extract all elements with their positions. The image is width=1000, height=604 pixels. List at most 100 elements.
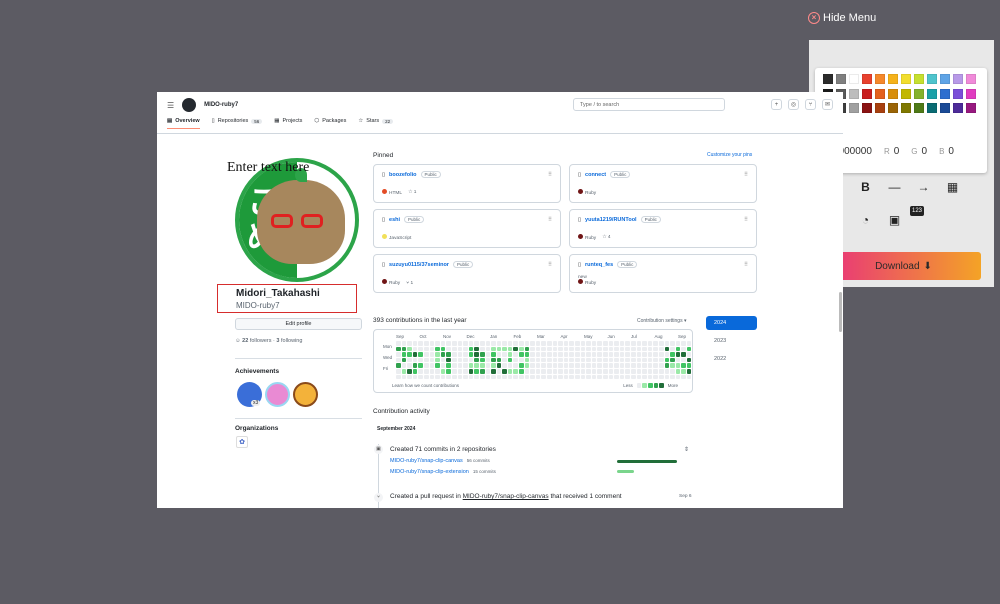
contribution-day[interactable]	[681, 357, 686, 363]
color-swatch[interactable]	[953, 74, 963, 84]
contribution-day[interactable]	[429, 368, 435, 374]
contribution-day[interactable]	[647, 341, 653, 346]
achievement-badge[interactable]	[293, 382, 318, 407]
contribution-day[interactable]	[636, 352, 642, 357]
contribution-day[interactable]	[558, 363, 563, 368]
year-2024[interactable]: 2024	[706, 316, 757, 330]
github-logo-icon[interactable]	[182, 98, 197, 112]
contribution-day[interactable]	[608, 357, 614, 363]
contribution-day[interactable]	[647, 374, 653, 380]
contribution-day[interactable]	[619, 357, 625, 363]
repo-name[interactable]: yuuta1219/RUNTool	[585, 217, 637, 223]
contribution-day[interactable]	[535, 357, 541, 363]
contribution-day[interactable]	[530, 352, 535, 357]
issues-icon[interactable]: ◎	[788, 99, 799, 110]
contribution-day[interactable]	[619, 368, 625, 374]
contribution-day[interactable]	[597, 341, 602, 346]
contribution-day[interactable]	[401, 368, 407, 374]
contribution-day[interactable]	[507, 357, 513, 363]
contribution-day[interactable]	[614, 368, 619, 374]
contribution-day[interactable]	[675, 357, 681, 363]
contribution-day[interactable]	[418, 368, 423, 374]
contribution-day[interactable]	[563, 374, 569, 380]
contribution-day[interactable]	[630, 357, 636, 363]
contribution-day[interactable]	[619, 374, 625, 380]
contribution-day[interactable]	[630, 363, 636, 368]
contribution-day[interactable]	[558, 357, 563, 363]
contribution-day[interactable]	[507, 363, 513, 368]
pinned-repo-card[interactable]: ▯ boozefolio Public ⠿ HTML ☆ 1	[373, 164, 561, 203]
contribution-day[interactable]	[547, 346, 552, 352]
contribution-day[interactable]	[602, 363, 608, 368]
contribution-day[interactable]	[653, 346, 658, 352]
contribution-day[interactable]	[625, 368, 630, 374]
contribution-day[interactable]	[451, 357, 457, 363]
event-commits-title[interactable]: Created 71 commits in 2 repositories	[390, 446, 496, 453]
color-swatch[interactable]	[888, 88, 898, 99]
drag-handle-icon[interactable]: ⠿	[744, 172, 748, 178]
contribution-day[interactable]	[625, 357, 630, 363]
contribution-day[interactable]	[653, 357, 658, 363]
contribution-day[interactable]	[440, 363, 446, 368]
contribution-day[interactable]	[479, 368, 485, 374]
color-swatch[interactable]	[927, 103, 937, 114]
contribution-day[interactable]	[619, 352, 625, 357]
contribution-day[interactable]	[474, 341, 479, 346]
contribution-day[interactable]	[468, 368, 474, 374]
contribution-day[interactable]	[463, 352, 468, 357]
contribution-day[interactable]	[602, 341, 608, 346]
contribution-day[interactable]	[451, 352, 457, 357]
contribution-day[interactable]	[552, 352, 558, 357]
download-button[interactable]: Download ⬇	[826, 252, 981, 280]
contribution-day[interactable]	[524, 352, 530, 357]
contribution-day[interactable]	[502, 374, 507, 380]
contribution-day[interactable]	[519, 352, 524, 357]
contribution-day[interactable]	[664, 374, 670, 380]
contribution-day[interactable]	[563, 368, 569, 374]
contribution-day[interactable]	[451, 363, 457, 368]
contribution-day[interactable]	[625, 352, 630, 357]
contribution-day[interactable]	[463, 357, 468, 363]
contribution-day[interactable]	[474, 357, 479, 363]
contribution-day[interactable]	[664, 341, 670, 346]
contribution-day[interactable]	[474, 374, 479, 380]
contribution-day[interactable]	[435, 346, 440, 352]
hide-menu-button[interactable]: × Hide Menu	[808, 12, 876, 24]
contribution-day[interactable]	[602, 374, 608, 380]
contribution-day[interactable]	[524, 368, 530, 374]
contribution-day[interactable]	[602, 368, 608, 374]
customize-pins-link[interactable]: Customize your pins	[707, 152, 752, 158]
contribution-day[interactable]	[418, 346, 423, 352]
contribution-day[interactable]	[519, 374, 524, 380]
drag-handle-icon[interactable]: ⠿	[744, 262, 748, 268]
contribution-day[interactable]	[608, 346, 614, 352]
contribution-day[interactable]	[491, 363, 496, 368]
tab-stars[interactable]: ☆ Stars 22	[358, 118, 394, 128]
contribution-day[interactable]	[423, 363, 429, 368]
contribution-day[interactable]	[681, 363, 686, 368]
contribution-day[interactable]	[558, 346, 563, 352]
contribution-day[interactable]	[530, 374, 535, 380]
contribution-day[interactable]	[423, 341, 429, 346]
contribution-day[interactable]	[558, 341, 563, 346]
followers-label[interactable]: followers	[250, 338, 272, 344]
contribution-day[interactable]	[591, 346, 597, 352]
contribution-day[interactable]	[642, 346, 647, 352]
contribution-day[interactable]	[524, 341, 530, 346]
contribution-day[interactable]	[502, 357, 507, 363]
contribution-day[interactable]	[541, 346, 547, 352]
contribution-day[interactable]	[457, 346, 463, 352]
inbox-icon[interactable]: ✉	[822, 99, 833, 110]
contribution-day[interactable]	[547, 352, 552, 357]
contribution-day[interactable]	[535, 374, 541, 380]
contribution-day[interactable]	[614, 357, 619, 363]
contribution-day[interactable]	[591, 357, 597, 363]
contribution-day[interactable]	[586, 357, 591, 363]
contribution-day[interactable]	[412, 357, 418, 363]
contribution-day[interactable]	[558, 368, 563, 374]
contribution-day[interactable]	[457, 341, 463, 346]
contribution-day[interactable]	[602, 352, 608, 357]
contribution-day[interactable]	[396, 352, 401, 357]
contribution-day[interactable]	[535, 346, 541, 352]
contribution-day[interactable]	[670, 357, 675, 363]
